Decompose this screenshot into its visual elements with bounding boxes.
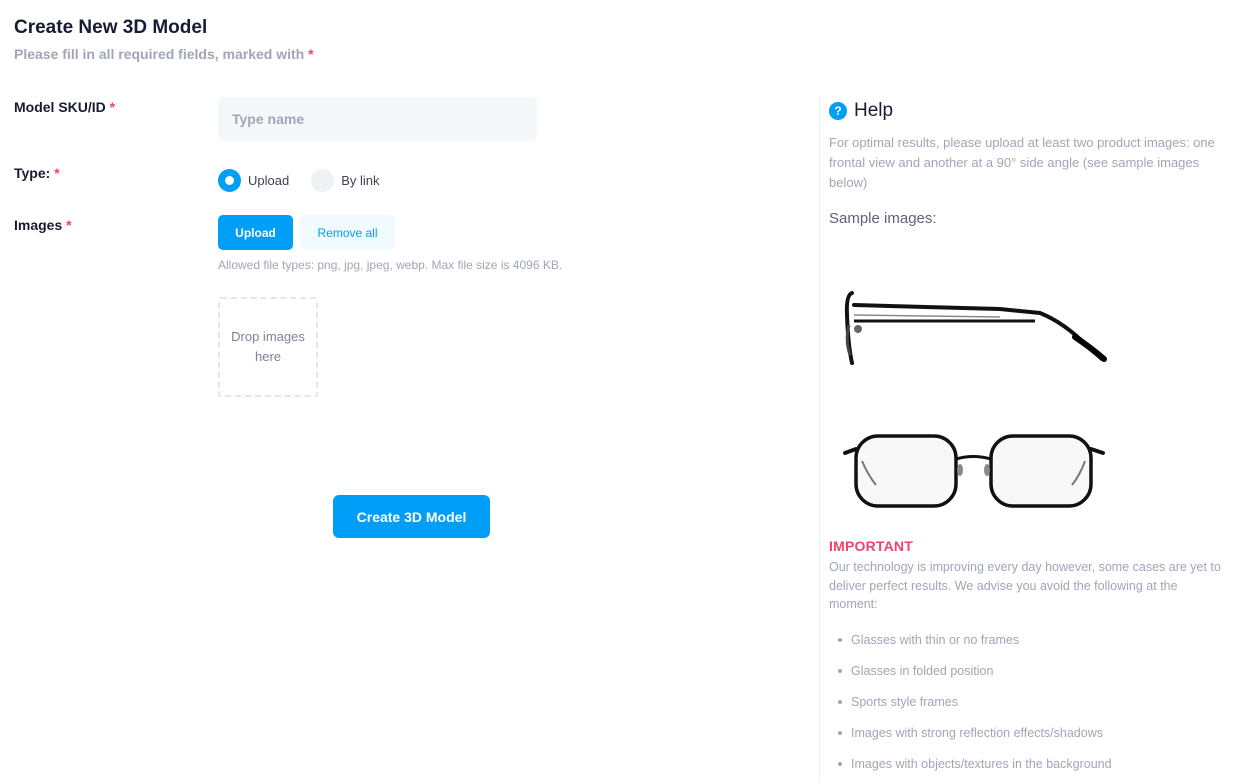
list-item-text: Images with objects/textures in the back… <box>851 756 1112 771</box>
type-label-text: Type: <box>14 165 51 181</box>
list-item: Sports style frames <box>829 686 1112 717</box>
help-heading: ? Help <box>829 100 893 122</box>
radio-upload[interactable] <box>218 169 241 192</box>
remove-all-button[interactable]: Remove all <box>300 215 395 250</box>
image-dropzone[interactable]: Drop images here <box>218 297 318 397</box>
panel-divider <box>819 96 820 783</box>
glasses-front-view-image <box>843 434 1105 508</box>
file-types-hint: Allowed file types: png, jpg, jpeg, webp… <box>218 258 563 272</box>
radio-upload-label: Upload <box>248 173 290 188</box>
list-item: Images with strong reflection effects/sh… <box>829 717 1112 748</box>
list-item: Images with objects/textures in the back… <box>829 748 1112 779</box>
bullet-icon <box>838 637 842 642</box>
sku-label: Model SKU/ID * <box>14 99 115 115</box>
page-title: Create New 3D Model <box>14 17 208 38</box>
images-label-text: Images <box>14 217 63 233</box>
sku-label-text: Model SKU/ID <box>14 99 106 115</box>
list-item: Glasses with thin or no frames <box>829 624 1112 655</box>
help-title: Help <box>854 100 894 121</box>
upload-button[interactable]: Upload <box>218 215 293 250</box>
list-item-text: Images with strong reflection effects/sh… <box>851 725 1103 740</box>
type-option-upload[interactable]: Upload <box>218 169 289 192</box>
sample-images-title: Sample images: <box>829 210 937 227</box>
list-item-text: Glasses with thin or no frames <box>851 632 1020 647</box>
type-radio-group: Upload By link <box>218 169 402 192</box>
subtitle-text: Please fill in all required fields, mark… <box>14 46 305 62</box>
create-3d-model-button[interactable]: Create 3D Model <box>333 495 490 538</box>
bullet-icon <box>838 668 842 673</box>
required-asterisk: * <box>308 46 314 62</box>
radio-by-link[interactable] <box>311 169 335 192</box>
bullet-icon <box>838 699 842 704</box>
dropzone-text: Drop images here <box>231 329 305 364</box>
bullet-icon <box>838 761 842 766</box>
sku-input[interactable] <box>218 97 537 141</box>
radio-by-link-label: By link <box>341 173 380 188</box>
images-label: Images * <box>14 217 72 233</box>
important-description: Our technology is improving every day ho… <box>829 560 1221 611</box>
glasses-side-view-image <box>844 291 1107 365</box>
important-title: IMPORTANT <box>829 538 913 554</box>
list-item-text: Glasses in folded position <box>851 663 994 678</box>
avoid-list: Glasses with thin or no frames Glasses i… <box>829 624 1112 779</box>
list-item-text: Sports style frames <box>851 694 958 709</box>
type-label: Type: * <box>14 165 60 181</box>
type-option-by-link[interactable]: By link <box>311 169 380 192</box>
bullet-icon <box>838 730 842 735</box>
required-asterisk: * <box>66 217 72 233</box>
list-item: Glasses in folded position <box>829 655 1112 686</box>
help-description: For optimal results, please upload at le… <box>829 135 1215 190</box>
question-circle-icon: ? <box>829 102 847 120</box>
required-asterisk: * <box>54 165 60 181</box>
page-subtitle: Please fill in all required fields, mark… <box>14 46 314 62</box>
required-asterisk: * <box>109 99 116 115</box>
